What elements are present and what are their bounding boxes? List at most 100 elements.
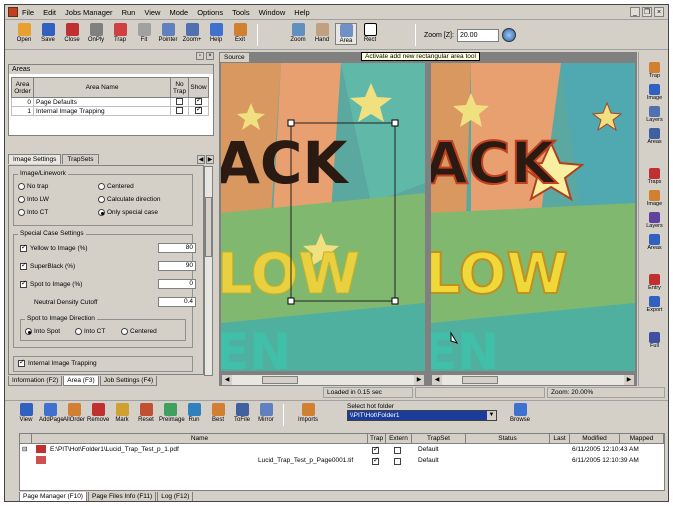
pointer-button[interactable]: Pointer	[157, 23, 179, 43]
menu-run[interactable]: Run	[122, 8, 136, 17]
save-button[interactable]: Save	[37, 23, 59, 43]
yellow-to-image-checkbox[interactable]	[20, 243, 27, 252]
tab-job-settings[interactable]: Job Settings (F4)	[99, 376, 158, 386]
areas2-tool-button[interactable]: Areas	[642, 234, 667, 251]
reset-button[interactable]: Reset	[135, 403, 157, 423]
hand-tool-button[interactable]: Hand	[311, 23, 333, 43]
neutral-density-input[interactable]: 0.4	[158, 297, 196, 307]
trapped-hscrollbar[interactable]: ◀ ▶	[431, 374, 635, 386]
radio-into-ct[interactable]: Into CT	[18, 209, 48, 216]
trap-button[interactable]: Trap	[109, 23, 131, 43]
radio-only-special-case[interactable]: Only special case	[98, 209, 158, 216]
scroll-thumb[interactable]	[205, 197, 212, 257]
trapped-canvas[interactable]: ACK LOW EN	[431, 63, 635, 371]
tab-trapsets[interactable]: TrapSets	[62, 154, 99, 164]
zoom-apply-icon[interactable]	[501, 28, 516, 42]
collapse-icon[interactable]: ⊟	[22, 445, 27, 455]
menu-view[interactable]: View	[144, 8, 160, 17]
run-button[interactable]: Run	[183, 403, 205, 423]
extern-checkbox[interactable]	[394, 457, 401, 465]
trap-tool-button[interactable]: Trap	[642, 62, 667, 79]
browse-button[interactable]: Browse	[507, 403, 533, 423]
no-trap-checkbox[interactable]	[176, 107, 183, 115]
internal-trapping-toggle[interactable]: Internal Image Trapping	[18, 358, 97, 367]
no-trap-checkbox[interactable]	[176, 98, 183, 106]
menu-jobs-manager[interactable]: Jobs Manager	[65, 8, 113, 17]
internal-trapping-checkbox[interactable]	[18, 358, 25, 367]
spot-to-image-checkbox[interactable]	[20, 279, 27, 288]
view-button[interactable]: View	[15, 403, 37, 423]
zoom-plus-button[interactable]: Zoom+	[181, 23, 203, 43]
col-name[interactable]: Name	[32, 434, 368, 444]
menu-help[interactable]: Help	[294, 8, 309, 17]
image2-tool-button[interactable]: Image	[642, 190, 667, 207]
tab-image-settings[interactable]: Image Settings	[8, 154, 62, 164]
col-trapset[interactable]: TrapSet	[412, 434, 466, 444]
resize-handle[interactable]	[287, 119, 295, 127]
col-mapped[interactable]: Mapped	[620, 434, 664, 444]
yellow-to-image-input[interactable]: 80	[158, 243, 196, 253]
tab-area[interactable]: Area (F3)	[63, 376, 99, 386]
rect-tool-button[interactable]: Rect	[359, 23, 381, 43]
tab-prev-icon[interactable]: ◀	[197, 155, 205, 164]
radio-centered[interactable]: Centered	[98, 183, 134, 190]
export-tool-button[interactable]: Export	[642, 296, 667, 313]
scroll-right-icon[interactable]: ▶	[624, 375, 634, 385]
hot-folder-select[interactable]: \\PIT\Hot\Folder1 ▼	[347, 410, 497, 421]
full-tool-button[interactable]: Full	[642, 332, 667, 349]
source-hscrollbar[interactable]: ◀ ▶	[221, 374, 425, 386]
traps-tool-button[interactable]: Traps	[642, 168, 667, 185]
best-button[interactable]: Best	[207, 403, 229, 423]
scroll-thumb[interactable]	[462, 376, 498, 384]
preimage-button[interactable]: Preimage	[159, 403, 185, 423]
trap-checkbox[interactable]	[372, 456, 379, 466]
layers-tool-button[interactable]: Layers	[642, 106, 667, 123]
radio-spot-into-ct[interactable]: Into CT	[75, 328, 105, 335]
menu-file[interactable]: File	[22, 8, 34, 17]
tab-next-icon[interactable]: ▶	[206, 155, 214, 164]
spot-to-image-input[interactable]: 0	[158, 279, 196, 289]
pin-icon[interactable]: ▫	[196, 52, 204, 60]
image-tool-button[interactable]: Image	[642, 84, 667, 101]
scroll-left-icon[interactable]: ◀	[222, 375, 232, 385]
col-status[interactable]: Status	[466, 434, 550, 444]
source-tab[interactable]: Source	[219, 52, 250, 63]
menu-tools[interactable]: Tools	[232, 8, 250, 17]
add-page-button[interactable]: AddPage	[39, 403, 64, 423]
remove-button[interactable]: Remove	[87, 403, 109, 423]
menu-window[interactable]: Window	[259, 8, 286, 17]
resize-handle[interactable]	[391, 297, 399, 305]
tab-page-files-info[interactable]: Page Files Info (F11)	[87, 492, 157, 501]
resize-handle[interactable]	[287, 297, 295, 305]
zoom-input[interactable]: 20.00	[456, 28, 499, 42]
tab-page-manager[interactable]: Page Manager (F10)	[19, 492, 87, 501]
settings-scrollbar[interactable]	[204, 166, 213, 376]
areas-tool-button[interactable]: Areas	[642, 128, 667, 145]
table-row[interactable]: 1 Internal Image Trapping	[11, 105, 209, 116]
fit-button[interactable]: Fit	[133, 23, 155, 43]
extern-checkbox[interactable]	[394, 446, 401, 454]
close-button[interactable]: Close	[61, 23, 83, 43]
minimize-icon[interactable]: _	[630, 7, 640, 17]
col-trap[interactable]: Trap	[368, 434, 386, 444]
chevron-down-icon[interactable]: ▼	[487, 411, 496, 420]
show-checkbox[interactable]	[195, 96, 202, 106]
col-no-trap[interactable]: No Trap	[170, 77, 189, 98]
radio-no-trap[interactable]: No trap	[18, 183, 48, 190]
col-last[interactable]: Last	[550, 434, 570, 444]
superblack-checkbox[interactable]	[20, 261, 27, 270]
mark-button[interactable]: Mark	[111, 403, 133, 423]
menu-edit[interactable]: Edit	[43, 8, 56, 17]
entry-tool-button[interactable]: Entry	[642, 274, 667, 291]
open-button[interactable]: Open	[13, 23, 35, 43]
layers2-tool-button[interactable]: Layers	[642, 212, 667, 229]
to-file-button[interactable]: ToFile	[231, 403, 253, 423]
col-extern[interactable]: Extern	[386, 434, 412, 444]
onply-button[interactable]: OnPly	[85, 23, 107, 43]
resize-handle[interactable]	[391, 119, 399, 127]
table-row[interactable]: 0 Page Defaults	[11, 96, 209, 107]
restore-icon[interactable]: ❐	[642, 7, 652, 17]
superblack-input[interactable]: 90	[158, 261, 196, 271]
col-modified[interactable]: Modified	[570, 434, 620, 444]
help-button[interactable]: Help	[205, 23, 227, 43]
